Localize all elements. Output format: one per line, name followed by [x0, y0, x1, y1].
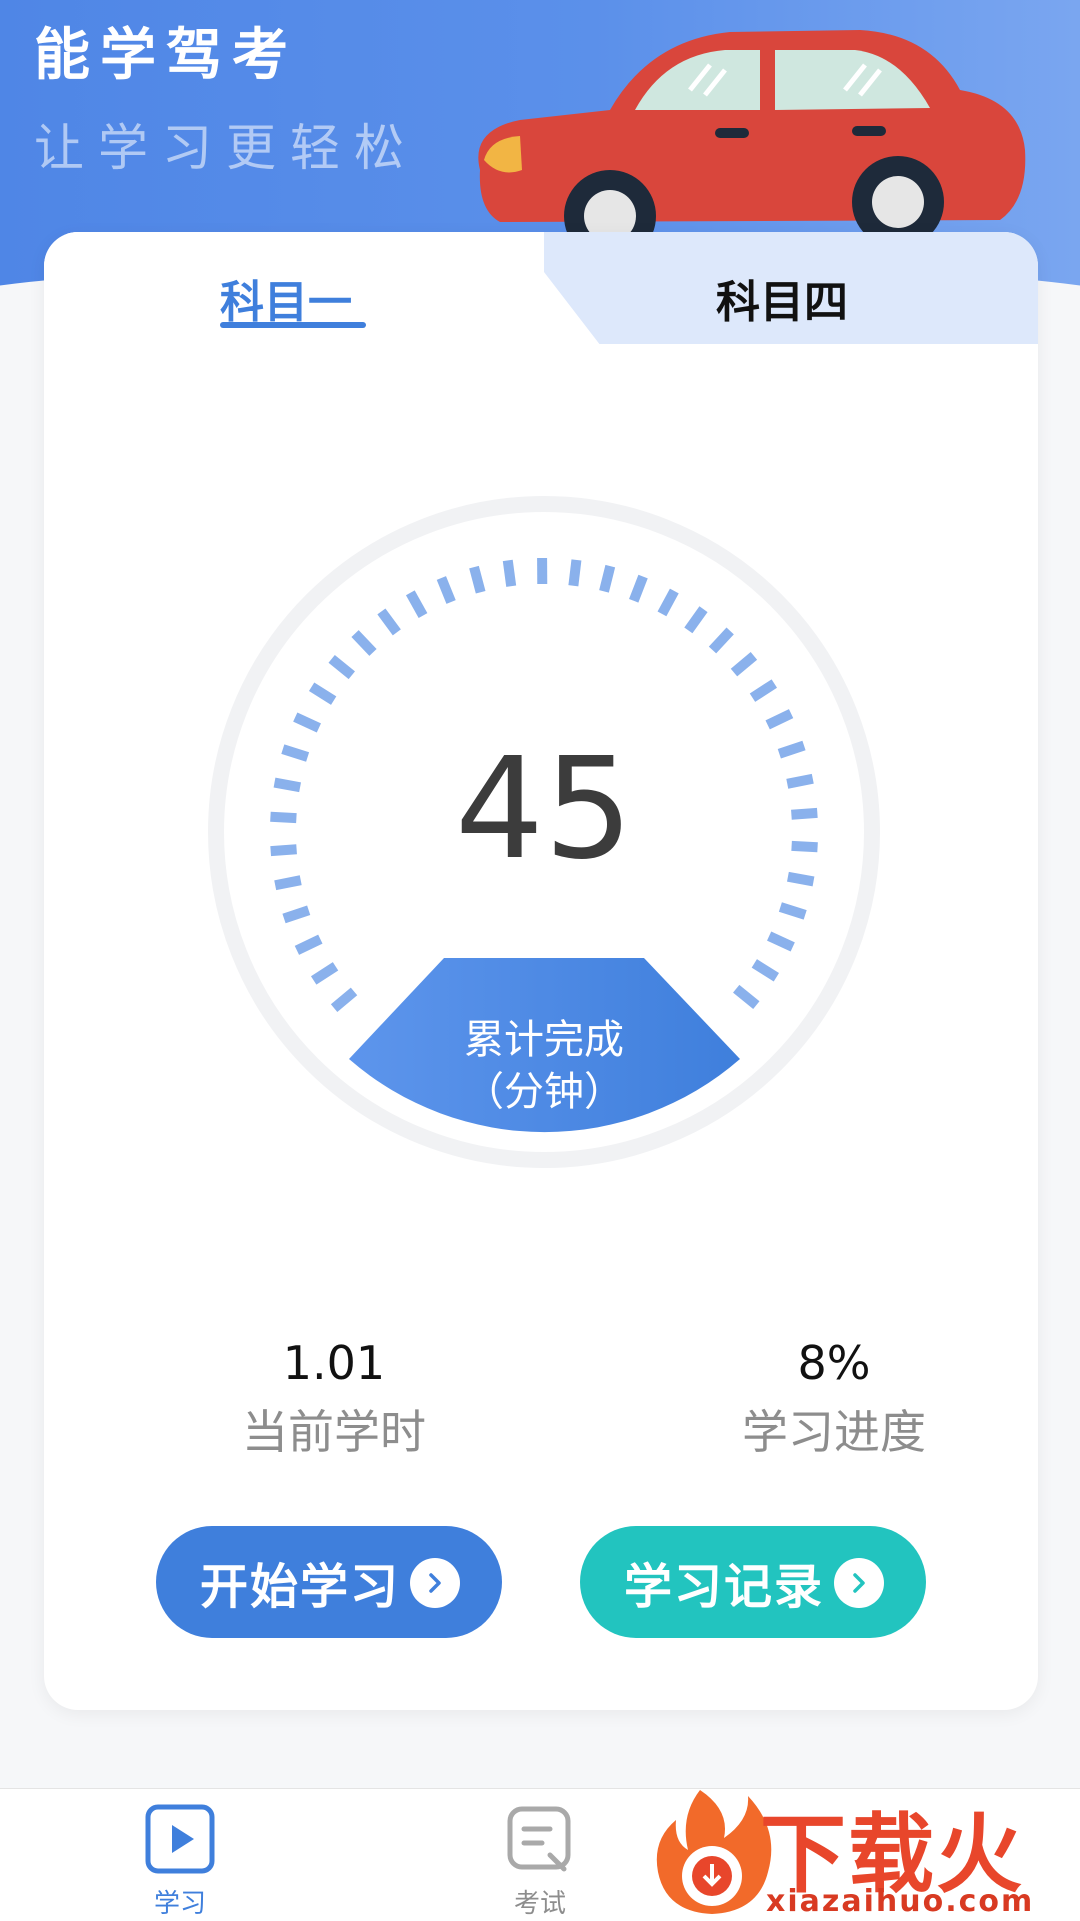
gauge-tick [284, 910, 309, 918]
study-progress-value: 8% [684, 1336, 984, 1390]
nav-item-study[interactable]: 学习 [120, 1803, 240, 1920]
gauge-tick [688, 609, 703, 630]
gauge-tick [275, 880, 301, 885]
gauge-tick [713, 631, 731, 650]
active-tab-underline [220, 322, 366, 328]
nav-label-study: 学习 [120, 1883, 240, 1920]
gauge-tick [334, 991, 354, 1008]
gauge-tick [752, 684, 774, 698]
current-hours-label: 当前学时 [184, 1396, 484, 1462]
gauge-tick [736, 989, 756, 1005]
flame-logo-icon [640, 1780, 780, 1920]
gauge-tick [312, 687, 334, 701]
gauge-tick [295, 717, 319, 728]
gauge-tick [573, 560, 576, 586]
gauge-tick [604, 566, 610, 591]
gauge-tick [508, 560, 511, 586]
car-illustration [460, 10, 1040, 250]
tab-subject-four[interactable]: 科目四 [716, 266, 848, 330]
accumulated-minutes-label: 累计完成 （分钟） [390, 1014, 698, 1118]
start-study-button[interactable]: 开始学习 [156, 1526, 502, 1638]
app-title: 能学驾考 [34, 10, 298, 91]
watermark-url: xiazaihuo.com [766, 1884, 1034, 1919]
exam-icon [504, 1803, 576, 1875]
tab-subject-one[interactable]: 科目一 [220, 266, 352, 330]
study-record-label: 学习记录 [624, 1547, 824, 1617]
gauge-tick [314, 966, 336, 980]
study-progress-label: 学习进度 [684, 1396, 984, 1462]
gauge-tick [474, 567, 481, 592]
gauge-tick [768, 714, 791, 725]
current-hours-value: 1.01 [184, 1336, 484, 1390]
start-study-label: 开始学习 [200, 1547, 400, 1617]
chevron-right-icon [410, 1558, 460, 1608]
gauge-tick [634, 577, 643, 601]
play-icon [144, 1803, 216, 1875]
gauge-tick [297, 939, 320, 950]
gauge-tick [332, 659, 352, 675]
study-record-button[interactable]: 学习记录 [580, 1526, 926, 1638]
nav-label-exam: 考试 [480, 1883, 600, 1920]
watermark: 下载火 xiazaihuo.com [640, 1780, 1080, 1920]
app-subtitle: 让学习更轻松 [34, 108, 418, 180]
nav-item-exam[interactable]: 考试 [480, 1803, 600, 1920]
study-card: 科目一 科目四 45 累计完成 （分钟） 1.01 当前学时 8% 学习进度 开… [44, 232, 1038, 1710]
gauge-tick [754, 963, 776, 977]
gauge-tick [780, 907, 805, 915]
gauge-tick [769, 936, 793, 947]
gauge-tick [734, 656, 754, 673]
gauge-tick [441, 578, 451, 602]
gauge-tick [410, 593, 423, 616]
chevron-right-icon [834, 1558, 884, 1608]
accumulated-minutes-value: 45 [204, 740, 884, 880]
gauge-tick [355, 634, 373, 653]
gauge-tick [381, 611, 396, 632]
gauge-tick [662, 591, 674, 614]
